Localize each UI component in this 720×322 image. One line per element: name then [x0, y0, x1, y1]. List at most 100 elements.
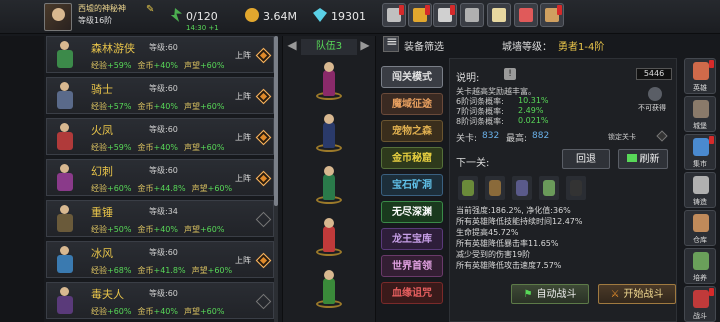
hero-body: [57, 255, 73, 273]
mode-button[interactable]: 血缘诅咒: [381, 282, 443, 304]
deploy-toggle[interactable]: [255, 88, 272, 105]
drop8-label: 8阶词条概率:: [456, 117, 504, 126]
auto-battle-button[interactable]: ⚑ 自动战斗: [511, 284, 589, 304]
exp-bonus-label: 经验: [91, 266, 107, 275]
hero-row[interactable]: 森林游侠 等级:60 上阵 经验+59% 金币+40% 声望+60%: [46, 36, 274, 73]
monster-slot[interactable]: [539, 176, 559, 200]
energy-counter: 0/120: [168, 8, 218, 23]
info-title: 说明:: [456, 73, 480, 84]
deployed-label: 上阵: [235, 133, 251, 142]
monster-slot[interactable]: [512, 176, 532, 200]
stage-modifier-line: 生命提高45.72%: [456, 228, 519, 237]
sidebar-item[interactable]: 培养: [684, 248, 716, 284]
unobtainable-label: 不可获得: [638, 104, 666, 112]
level-value: 34: [167, 207, 178, 216]
mode-button[interactable]: 宠物之森: [381, 120, 443, 142]
deploy-toggle[interactable]: [255, 129, 272, 146]
gold-coin-icon: [245, 8, 259, 22]
sidebar-item[interactable]: 集市: [684, 134, 716, 170]
refresh-button[interactable]: [514, 3, 538, 27]
notification-badge: [425, 5, 430, 15]
hero-head: [60, 164, 69, 173]
deploy-toggle[interactable]: [255, 211, 272, 228]
team-member-figure: [323, 174, 335, 200]
hero-name: 幻刺: [91, 165, 113, 178]
mode-button[interactable]: 金币秘窟: [381, 147, 443, 169]
settings-button[interactable]: [460, 3, 484, 27]
hero-body: [57, 132, 73, 150]
hero-row[interactable]: 冰风 等级:60 上阵 经验+68% 金币+41.8% 声望+60%: [46, 241, 274, 278]
level-label: 等级: [149, 207, 165, 216]
gift-button[interactable]: [487, 3, 511, 27]
mode-button[interactable]: 无尽深渊: [381, 201, 443, 223]
deploy-toggle[interactable]: [255, 252, 272, 269]
sidebar-item[interactable]: 英雄: [684, 58, 716, 94]
menu-icon[interactable]: [383, 34, 399, 52]
deploy-toggle[interactable]: [255, 170, 272, 187]
refresh-stage-button[interactable]: 刷新: [618, 149, 668, 169]
team-member-figure: [323, 278, 335, 304]
mail-button[interactable]: [408, 3, 432, 27]
sidebar-item[interactable]: 仓库: [684, 210, 716, 246]
gold-bonus-value: +44.8%: [153, 184, 186, 193]
start-battle-button[interactable]: ⚔ 开始战斗: [598, 284, 676, 304]
player-avatar[interactable]: [44, 3, 72, 31]
stage-modifier-line: 所有英雄降低暴击率11.65%: [456, 239, 559, 248]
help-icon[interactable]: !: [504, 68, 516, 80]
level-value: 60: [167, 125, 178, 134]
edit-icon[interactable]: ✎: [146, 4, 158, 16]
hero-row[interactable]: 火凤 等级:60 上阵 经验+59% 金币+40% 声望+60%: [46, 118, 274, 155]
exp-bonus-label: 经验: [91, 102, 107, 111]
team-prev-arrow-icon[interactable]: ◀: [285, 38, 299, 54]
mode-button[interactable]: 龙王宝库: [381, 228, 443, 250]
stage-modifier-line: 当前强度:186.2%, 净化值:36%: [456, 206, 571, 215]
team-member[interactable]: [313, 112, 345, 152]
hero-portrait: [53, 162, 77, 194]
shop-button[interactable]: [382, 3, 406, 27]
team-member[interactable]: [313, 60, 345, 100]
hero-body: [57, 296, 73, 314]
deploy-toggle[interactable]: [255, 47, 272, 64]
top-bar: 西墟的神秘神 等级16阶 ✎ 0/120 14:30 +1 3.64M 1930…: [0, 0, 720, 34]
hero-portrait: [53, 121, 77, 153]
quest-button[interactable]: [433, 3, 457, 27]
fame-bonus-label: 声望: [191, 184, 208, 193]
hero-level: 等级:60: [149, 125, 178, 134]
stage-modifier-line: 所有英雄降低攻击速度7.57%: [456, 261, 562, 270]
team-next-arrow-icon[interactable]: ▶: [358, 38, 372, 54]
mode-button[interactable]: 闯关模式: [381, 66, 443, 88]
hero-row[interactable]: 重锤 等级:34 经验+50% 金币+40% 声望+60%: [46, 200, 274, 237]
monster-slot[interactable]: [458, 176, 478, 200]
sidebar-item[interactable]: 城堡: [684, 96, 716, 132]
level-value: 60: [167, 289, 178, 298]
fame-bonus-value: +60%: [207, 184, 233, 193]
settings-icon: [465, 8, 479, 22]
monster-slot[interactable]: [485, 176, 505, 200]
scrollbar-thumb[interactable]: [274, 36, 278, 206]
team-member[interactable]: [313, 164, 345, 204]
hero-row[interactable]: 骑士 等级:60 上阵 经验+57% 金币+40% 声望+60%: [46, 77, 274, 114]
hero-row[interactable]: 毒夫人 等级:60 经验+60% 金币+40% 声望+60%: [46, 282, 274, 319]
hero-row[interactable]: 幻刺 等级:60 上阵 经验+60% 金币+44.8% 声望+60%: [46, 159, 274, 196]
sidebar-item[interactable]: 战斗: [684, 286, 716, 322]
hero-list-scrollbar[interactable]: [274, 36, 278, 322]
lock-stage-checkbox[interactable]: [656, 130, 668, 142]
exp-bonus-label: 经验: [91, 225, 107, 234]
mode-button[interactable]: 宝石矿洞: [381, 174, 443, 196]
monster-slot[interactable]: [566, 176, 586, 200]
gold-bonus-label: 金币: [137, 225, 154, 234]
equipment-filter-label[interactable]: 装备筛选: [404, 38, 444, 53]
retreat-button[interactable]: 回退: [562, 149, 610, 169]
hero-head: [60, 246, 69, 255]
fame-bonus-value: +60%: [199, 102, 225, 111]
mode-button[interactable]: 世界首领: [381, 255, 443, 277]
deploy-toggle[interactable]: [255, 293, 272, 310]
gold-bonus-label: 金币: [137, 266, 154, 275]
mode-button[interactable]: 魔域征途: [381, 93, 443, 115]
bag-button[interactable]: [540, 3, 564, 27]
team-member[interactable]: [313, 268, 345, 308]
sidebar-item[interactable]: 铸造: [684, 172, 716, 208]
gold-counter: 3.64M: [245, 8, 297, 23]
drop6-value: 10.31%: [518, 96, 549, 105]
team-member[interactable]: [313, 216, 345, 256]
